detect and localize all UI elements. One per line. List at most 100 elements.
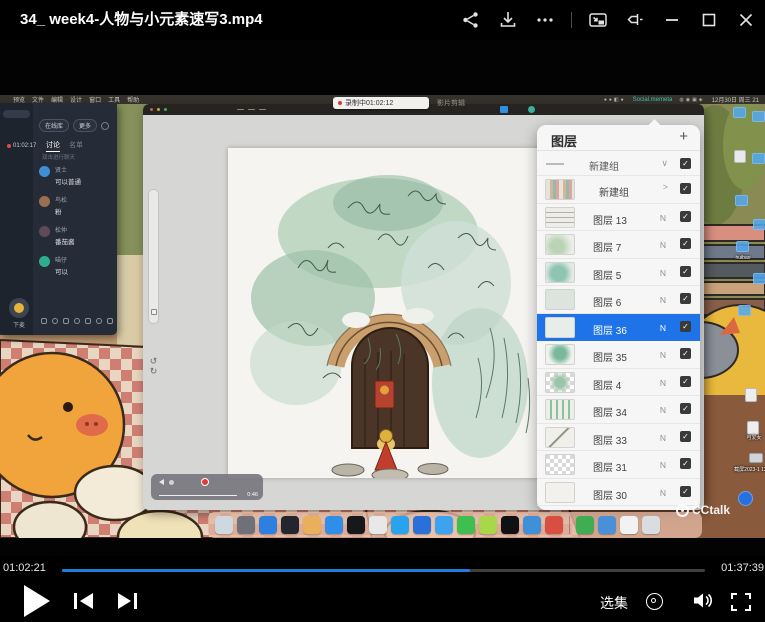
record-dot-icon (338, 101, 342, 105)
chat-message: 鸟松粉 (39, 195, 115, 216)
episode-list-button[interactable]: 选集 (600, 593, 628, 613)
blend-mode: N (660, 350, 666, 360)
share-icon[interactable] (460, 9, 482, 31)
blend-mode: N (660, 488, 666, 498)
cctalk-logo-icon (676, 504, 689, 517)
layer-row: 图层 36N✓ (537, 314, 700, 342)
dock-icon-finder (215, 516, 233, 534)
layer-name: 新建组 (599, 184, 629, 199)
current-time: 01:02:21 (3, 562, 46, 574)
fullscreen-icon[interactable] (731, 593, 751, 616)
pip-icon[interactable] (587, 9, 609, 31)
blend-mode: N (660, 405, 666, 415)
smudge-tool-icon (248, 109, 255, 111)
dock-icon-wechat (457, 516, 475, 534)
message-text: 粉 (55, 206, 67, 216)
cctalk-bubble-icon (738, 491, 753, 506)
user-avatar (39, 256, 50, 267)
recorder-time: 0:46 (247, 492, 258, 498)
pin-icon[interactable] (624, 9, 646, 31)
message-text: 番茄酱 (55, 236, 75, 246)
group-dash-icon (546, 163, 564, 165)
volume-icon[interactable] (692, 592, 713, 614)
message-text: 可以普通 (55, 176, 81, 186)
dock-icon-stats (523, 516, 541, 534)
blend-mode: N (660, 323, 666, 333)
dock-icon-qq (501, 516, 519, 534)
visibility-checkbox: ✓ (680, 403, 691, 414)
chat-icon (107, 318, 113, 324)
dock-icon-vm (598, 516, 616, 534)
illustration (228, 148, 543, 478)
video-frame[interactable]: 预览文件编辑设计窗口工具帮助 ●●◧● Social.memeta ◍◉▣◈ 1… (0, 40, 765, 556)
titlebar: 34_ week4-人物与小元素速写3.mp4 (0, 0, 765, 40)
window-hint-text: 影片剪辑 (437, 98, 465, 108)
chevron-down-icon: ∨ (661, 158, 668, 169)
layer-thumbnail (545, 482, 575, 503)
drawing-canvas (228, 148, 543, 478)
class-timer: 01:02:17 (7, 143, 36, 149)
add-layer-button: + (679, 128, 688, 145)
window-minimize-icon (157, 108, 160, 111)
blend-mode: N (660, 378, 666, 388)
layer-row: 新建组>✓ (537, 176, 700, 204)
message-body: 贤士可以普通 (55, 165, 81, 186)
brush-tool-icon (237, 109, 244, 111)
dock-separator (569, 516, 570, 534)
minimize-button[interactable] (661, 9, 683, 31)
previous-button[interactable] (74, 593, 93, 609)
menubar-clock: 12月30日 周三 21 (712, 95, 759, 104)
dock-icon-clock-dark (281, 516, 299, 534)
eraser-tool-icon (259, 109, 266, 111)
dock-icon-twitter (325, 516, 343, 534)
layers-panel: 图层 + 新建组∨✓新建组>✓图层 13N✓图层 7N✓图层 5N✓图层 6N✓… (537, 125, 700, 510)
message-text: 可以 (55, 266, 68, 276)
message-body: 鸟松粉 (55, 195, 67, 216)
layer-thumbnail (545, 179, 575, 200)
layer-row: 图层 5N✓ (537, 259, 700, 287)
visibility-checkbox: ✓ (680, 348, 691, 359)
recording-banner: 录制中01:02:12 (333, 97, 429, 109)
video-content: 预览文件编辑设计窗口工具帮助 ●●◧● Social.memeta ◍◉▣◈ 1… (0, 95, 765, 538)
smiley-icon (52, 318, 58, 324)
blend-mode: N (660, 460, 666, 470)
maximize-button[interactable] (698, 9, 720, 31)
seek-bar[interactable] (62, 569, 705, 572)
layer-row: 图层 7N✓ (537, 231, 700, 259)
chat-tab-名单: 名单 (69, 140, 83, 152)
message-sender: 松仲 (55, 225, 75, 234)
layer-thumbnail (545, 399, 575, 420)
speaker-icon (159, 479, 164, 485)
layer-name: 图层 13 (593, 212, 627, 227)
next-button[interactable] (118, 593, 137, 609)
dock-icon-photos (479, 516, 497, 534)
more-icon[interactable] (534, 9, 556, 31)
scissors-icon (63, 318, 69, 324)
layer-row: 图层 13N✓ (537, 204, 700, 232)
video-player-window: 34_ week4-人物与小元素速写3.mp4 (0, 0, 765, 622)
close-button[interactable] (735, 9, 757, 31)
download-icon[interactable] (497, 9, 519, 31)
visibility-checkbox: ✓ (680, 293, 691, 304)
window-close-icon (150, 108, 153, 111)
history-icon (85, 318, 91, 324)
recording-dot-icon (7, 144, 11, 148)
mic-off-label: 下麦 (8, 320, 30, 329)
chat-pill-buttons: 在线库更多 (39, 119, 109, 132)
user-avatar (39, 196, 50, 207)
layer-row: 图层 31N✓ (537, 451, 700, 479)
layer-name: 图层 34 (593, 404, 627, 419)
layer-thumbnail (545, 454, 575, 475)
video-title: 34_ week4-人物与小元素速写3.mp4 (20, 0, 263, 40)
menubar-tray-icons: ◍◉▣◈ (679, 97, 704, 103)
message-body: 喵仔可以 (55, 255, 68, 276)
chat-hint: 双击进行聊天 (42, 153, 75, 161)
chat-message: 喵仔可以 (39, 255, 115, 276)
record-gif-icon[interactable] (646, 593, 663, 610)
visibility-checkbox: ✓ (680, 458, 691, 469)
chat-pill-button: 在线库 (39, 119, 69, 132)
play-button[interactable] (24, 585, 50, 617)
message-sender: 鸟松 (55, 195, 67, 204)
player-controls: 01:02:21 01:37:39 选集 (0, 556, 765, 622)
dock-icon-music (545, 516, 563, 534)
